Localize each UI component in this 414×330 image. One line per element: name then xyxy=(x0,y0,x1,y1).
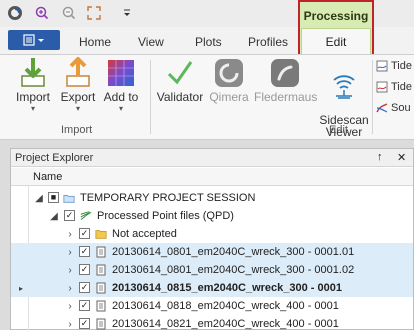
tree-row-file[interactable]: › ✓ 20130614_0801_em2040C_wreck_300 - 00… xyxy=(11,261,413,279)
processed-checkbox[interactable]: ✓ xyxy=(64,210,75,221)
tab-profiles[interactable]: Profiles xyxy=(248,35,288,49)
expand-arrow-icon[interactable]: › xyxy=(65,229,75,240)
sonar-waves-icon xyxy=(333,75,355,99)
zoom-out-icon[interactable] xyxy=(60,4,78,22)
collapse-arrow-icon[interactable]: ◢ xyxy=(49,211,59,222)
expand-arrow-icon[interactable]: › xyxy=(65,319,75,330)
not-accepted-label: Not accepted xyxy=(112,228,177,240)
expand-arrow-icon[interactable]: › xyxy=(65,283,75,294)
sound-velocity-item[interactable]: Sou xyxy=(376,102,411,114)
panel-header: Project Explorer ↑ ✕ xyxy=(11,149,413,167)
file-name-label: 20130614_0815_em2040C_wreck_300 - 0001 xyxy=(112,282,342,294)
processed-label: Processed Point files (QPD) xyxy=(97,210,234,222)
expand-arrow-icon[interactable]: › xyxy=(65,265,75,276)
zoom-in-icon[interactable] xyxy=(33,4,51,22)
group-label-import: Import xyxy=(61,124,93,136)
current-row-indicator-icon: ▸ xyxy=(18,283,23,293)
tab-edit[interactable]: Edit xyxy=(301,28,371,54)
import-button[interactable]: Import ▾ xyxy=(12,56,54,113)
session-label: TEMPORARY PROJECT SESSION xyxy=(80,192,256,204)
file-checkbox[interactable]: ✓ xyxy=(79,318,90,329)
tree-row-not-accepted[interactable]: › ✓ Not accepted xyxy=(11,225,413,243)
file-menu-button[interactable] xyxy=(8,30,60,50)
tide-icon xyxy=(376,81,388,93)
tide-label-1: Tide xyxy=(391,60,412,72)
column-header[interactable]: Name xyxy=(11,168,413,186)
document-icon xyxy=(95,264,107,276)
file-checkbox[interactable]: ✓ xyxy=(79,282,90,293)
tree-row-session[interactable]: ◢ ■ TEMPORARY PROJECT SESSION xyxy=(11,189,413,207)
point-file-icon xyxy=(80,210,92,222)
validator-label: Validator xyxy=(156,90,204,104)
ribbon-group-separator xyxy=(372,60,373,134)
add-to-label: Add to xyxy=(103,90,139,104)
file-checkbox[interactable]: ✓ xyxy=(79,300,90,311)
tab-home[interactable]: Home xyxy=(79,35,111,49)
expand-arrow-icon[interactable]: › xyxy=(65,247,75,258)
not-accepted-checkbox[interactable]: ✓ xyxy=(79,228,90,239)
checkmark-icon xyxy=(167,61,193,85)
document-icon xyxy=(95,282,107,294)
export-label: Export xyxy=(60,90,96,104)
column-name-label: Name xyxy=(33,171,63,183)
fledermaus-label: Fledermaus xyxy=(254,90,318,104)
collapse-arrow-icon[interactable]: ◢ xyxy=(34,193,44,204)
close-icon[interactable]: ✕ xyxy=(397,151,406,164)
sound-velocity-label: Sou xyxy=(391,102,411,114)
folder-icon xyxy=(95,228,107,240)
expand-arrow-icon[interactable]: › xyxy=(65,301,75,312)
tide-item-1[interactable]: Tide xyxy=(376,60,412,72)
file-name-label: 20130614_0801_em2040C_wreck_300 - 0001.0… xyxy=(112,264,355,276)
tide-item-2[interactable]: Tide xyxy=(376,81,412,93)
add-to-layer-icon xyxy=(108,60,134,86)
fledermaus-button[interactable]: Fledermaus xyxy=(254,56,318,104)
sound-velocity-icon xyxy=(376,103,388,113)
fit-extent-icon[interactable] xyxy=(85,4,103,22)
tree-row-file-current[interactable]: ▸ › ✓ 20130614_0815_em2040C_wreck_300 - … xyxy=(11,279,413,297)
tree-row-file[interactable]: › ✓ 20130614_0821_em2040C_wreck_400 - 00… xyxy=(11,315,413,330)
project-explorer-panel: Project Explorer ↑ ✕ Name ◢ ■ TEMPORARY … xyxy=(10,148,414,330)
export-icon xyxy=(66,57,90,87)
file-checkbox[interactable]: ✓ xyxy=(79,246,90,257)
document-icon xyxy=(95,300,107,312)
tab-view[interactable]: View xyxy=(138,35,164,49)
group-label-edit: Edit xyxy=(329,124,348,136)
import-label: Import xyxy=(15,90,50,104)
contextual-tab-label: Processing xyxy=(303,9,369,23)
tide-icon xyxy=(376,60,388,72)
session-checkbox[interactable]: ■ xyxy=(48,192,59,203)
tab-plots[interactable]: Plots xyxy=(195,35,222,49)
file-menu-icon xyxy=(23,34,44,46)
tree-row-file[interactable]: › ✓ 20130614_0801_em2040C_wreck_300 - 00… xyxy=(11,243,413,261)
document-icon xyxy=(95,246,107,258)
file-name-label: 20130614_0821_em2040C_wreck_400 - 0001 xyxy=(112,318,339,330)
file-name-label: 20130614_0801_em2040C_wreck_300 - 0001.0… xyxy=(112,246,355,258)
app-logo-icon[interactable] xyxy=(6,4,24,22)
ribbon-group-separator xyxy=(150,60,151,134)
qimera-button[interactable]: Qimera xyxy=(206,56,252,104)
file-checkbox[interactable]: ✓ xyxy=(79,264,90,275)
import-icon xyxy=(21,58,45,87)
tide-label-2: Tide xyxy=(391,81,412,93)
project-folder-icon xyxy=(63,192,75,204)
fledermaus-icon xyxy=(271,59,299,87)
document-icon xyxy=(95,318,107,330)
export-button[interactable]: Export ▾ xyxy=(58,56,98,113)
add-to-button[interactable]: Add to ▾ xyxy=(100,56,142,113)
qimera-label: Qimera xyxy=(209,90,249,104)
validator-button[interactable]: Validator xyxy=(156,56,204,104)
customize-toolbar-icon[interactable] xyxy=(118,4,136,22)
panel-title: Project Explorer xyxy=(15,152,94,164)
tree-row-file[interactable]: › ✓ 20130614_0818_em2040C_wreck_400 - 00… xyxy=(11,297,413,315)
file-name-label: 20130614_0818_em2040C_wreck_400 - 0001 xyxy=(112,300,339,312)
qimera-icon xyxy=(215,59,243,87)
pin-icon[interactable]: ↑ xyxy=(377,151,383,163)
tree-row-processed-files[interactable]: ◢ ✓ Processed Point files (QPD) xyxy=(11,207,413,225)
